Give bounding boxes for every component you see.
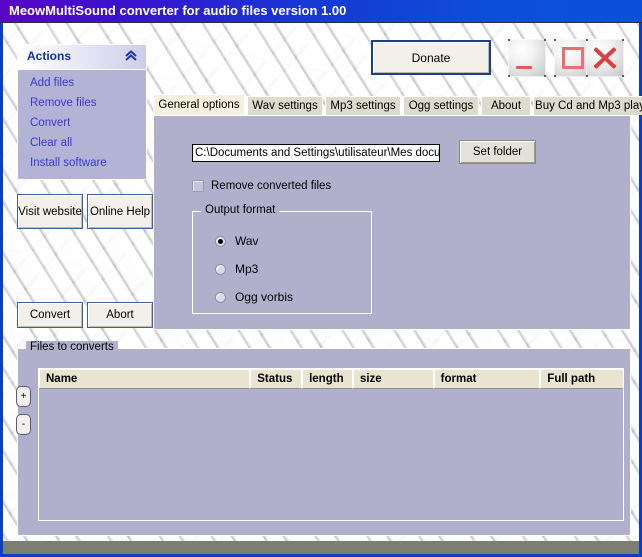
title-bar: MeowMultiSound converter for audio files… <box>0 0 642 23</box>
close-button[interactable] <box>586 39 624 77</box>
tab-mp3-settings[interactable]: Mp3 settings <box>325 96 401 115</box>
column-header-length[interactable]: length <box>302 369 353 389</box>
donate-button[interactable]: Donate <box>371 40 491 75</box>
add-file-row-button[interactable]: + <box>16 386 31 407</box>
visit-website-button[interactable]: Visit website <box>17 194 83 229</box>
files-list-view[interactable]: Name Status length size format Full path <box>38 368 624 521</box>
maximize-icon <box>562 47 584 69</box>
tab-general-options[interactable]: General options <box>153 94 245 115</box>
remove-file-row-button[interactable]: - <box>16 414 31 435</box>
files-list-header: Name Status length size format Full path <box>39 369 624 389</box>
action-add-files[interactable]: Add files <box>30 77 146 90</box>
close-icon <box>586 39 624 77</box>
column-header-size[interactable]: size <box>352 369 434 389</box>
files-to-convert-group: Files to converts Name Status length siz… <box>17 341 631 536</box>
tab-buy-cd-mp3-players[interactable]: Buy Cd and Mp3 players <box>533 96 642 115</box>
window-title: MeowMultiSound converter for audio files… <box>9 3 347 18</box>
actions-panel-header[interactable]: Actions <box>18 45 146 70</box>
remove-converted-files-row[interactable]: Remove converted files <box>192 180 331 192</box>
radio-mp3-label: Mp3 <box>235 262 259 276</box>
actions-panel-body: Add files Remove files Convert Clear all… <box>18 70 146 179</box>
action-clear-all[interactable]: Clear all <box>30 137 146 150</box>
actions-panel-title: Actions <box>27 49 72 63</box>
tab-wav-settings[interactable]: Wav settings <box>247 96 323 115</box>
minimize-icon <box>516 66 532 69</box>
column-header-format[interactable]: format <box>433 369 541 389</box>
tab-container: General options Wav settings Mp3 setting… <box>153 94 642 330</box>
radio-wav-indicator <box>215 235 226 247</box>
column-header-status[interactable]: Status <box>250 369 303 389</box>
output-format-legend: Output format <box>201 204 280 216</box>
tab-about[interactable]: About <box>481 96 531 115</box>
radio-output-mp3[interactable]: Mp3 <box>215 262 258 276</box>
convert-button[interactable]: Convert <box>17 302 83 328</box>
output-folder-input[interactable]: C:\Documents and Settings\utilisateur\Me… <box>192 144 440 162</box>
radio-mp3-indicator <box>215 263 226 275</box>
remove-converted-files-label: Remove converted files <box>211 180 332 192</box>
set-folder-button[interactable]: Set folder <box>459 140 536 164</box>
online-help-button[interactable]: Online Help <box>87 194 153 229</box>
abort-button[interactable]: Abort <box>87 302 153 328</box>
application-window: MeowMultiSound converter for audio files… <box>0 0 642 557</box>
tab-panel-general-options: C:\Documents and Settings\utilisateur\Me… <box>153 115 631 330</box>
radio-output-wav[interactable]: Wav <box>215 234 259 248</box>
column-header-full-path[interactable]: Full path <box>540 369 624 389</box>
files-list-body[interactable] <box>39 389 623 520</box>
minimize-button[interactable] <box>508 39 546 77</box>
tab-strip: General options Wav settings Mp3 setting… <box>153 94 642 115</box>
files-to-convert-legend: Files to converts <box>26 341 118 353</box>
action-install-software[interactable]: Install software <box>30 157 146 170</box>
radio-ogg-indicator <box>215 291 226 303</box>
actions-panel: Actions Add files Remove files Convert C… <box>17 44 147 180</box>
output-format-group: Output format Wav Mp3 Ogg vorbis <box>192 204 372 314</box>
tab-ogg-settings[interactable]: Ogg settings <box>403 96 479 115</box>
remove-converted-files-checkbox[interactable] <box>192 180 204 192</box>
radio-wav-label: Wav <box>235 234 259 248</box>
action-convert[interactable]: Convert <box>30 117 146 130</box>
radio-ogg-label: Ogg vorbis <box>235 290 294 304</box>
column-header-name[interactable]: Name <box>39 369 251 389</box>
radio-output-ogg-vorbis[interactable]: Ogg vorbis <box>215 290 293 304</box>
chevron-double-up-icon[interactable] <box>124 49 138 63</box>
action-remove-files[interactable]: Remove files <box>30 97 146 110</box>
